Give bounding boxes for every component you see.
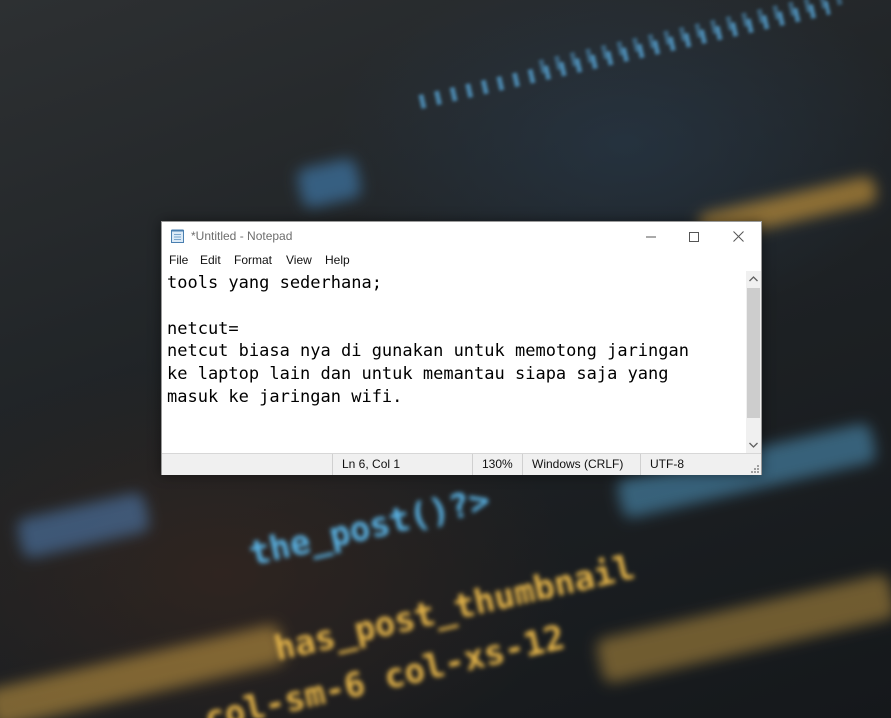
scroll-thumb[interactable] [747,288,760,418]
editor-line: masuk ke jaringan wifi. [167,386,403,407]
background-bar [594,573,891,685]
editor-line: netcut= [167,318,239,339]
background-bar [15,491,152,560]
window-title: *Untitled - Notepad [191,229,293,243]
text-editor[interactable]: tools yang sederhana; netcut= netcut bia… [162,271,745,453]
background-stripes-top-2 [538,0,854,74]
status-bar: Ln 6, Col 1 130% Windows (CRLF) UTF-8 [162,453,761,475]
maximize-button[interactable] [671,222,716,251]
background-bar [295,157,363,210]
status-line-ending: Windows (CRLF) [522,454,640,475]
menu-file[interactable]: File [169,253,188,267]
close-button[interactable] [716,222,761,251]
chevron-up-icon [749,276,758,282]
notepad-icon [171,229,184,243]
menu-bar: File Edit Format View Help [162,251,761,270]
minimize-button[interactable] [628,222,673,251]
maximize-icon [688,231,699,242]
title-bar[interactable]: *Untitled - Notepad [162,222,761,251]
status-encoding: UTF-8 [640,454,748,475]
editor-line: ke laptop lain dan untuk memantau siapa … [167,364,669,385]
background-code-1: the_post()?> [245,480,494,575]
close-icon [733,231,744,242]
scroll-up-button[interactable] [746,271,761,287]
menu-help[interactable]: Help [325,253,350,267]
minimize-icon [645,236,656,237]
menu-edit[interactable]: Edit [200,253,221,267]
editor-line: netcut biasa nya di gunakan untuk memoto… [167,341,689,362]
menu-view[interactable]: View [286,253,312,267]
status-zoom: 130% [472,454,522,475]
editor-line: tools yang sederhana; [167,273,382,293]
vertical-scrollbar[interactable] [746,271,761,453]
resize-grip-icon[interactable] [749,463,759,473]
status-cursor-position: Ln 6, Col 1 [332,454,472,475]
scroll-down-button[interactable] [746,437,761,453]
chevron-down-icon [749,442,758,448]
notepad-window: *Untitled - Notepad File Edit Format Vie… [161,221,762,475]
menu-format[interactable]: Format [234,253,272,267]
